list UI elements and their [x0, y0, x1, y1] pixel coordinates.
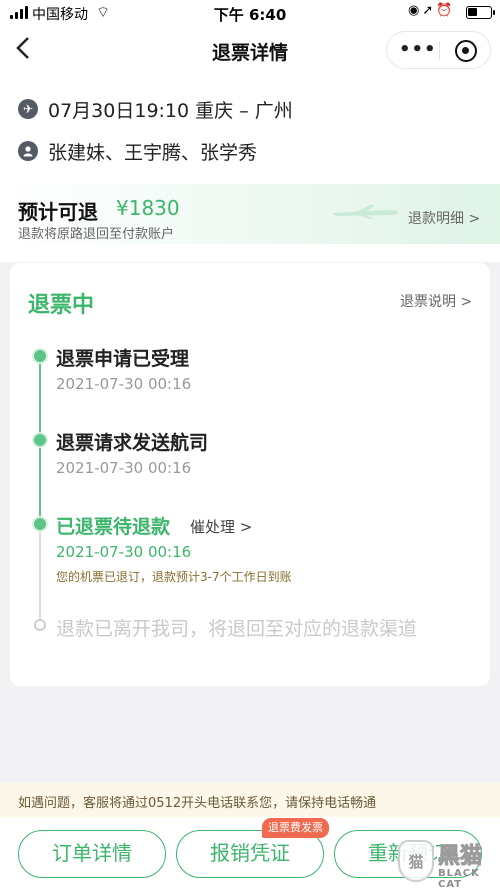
- refund-status: 退票中: [28, 293, 95, 318]
- passenger-names: 张建妹、王宇腾、张学秀: [48, 141, 258, 164]
- system-icons: ◉➚⏰: [408, 3, 456, 18]
- more-dots-icon[interactable]: •••: [399, 40, 437, 60]
- status-bar: 中国移动 ⌔ 下午 6:40 ◉➚⏰: [0, 0, 500, 26]
- timeline-dot-current: [34, 518, 46, 530]
- passengers-row: 张建妹、王宇腾、张学秀: [18, 138, 257, 164]
- contact-notice-text: 如遇问题，客服将通过0512开头电话联系您，请保持电话畅通: [18, 796, 377, 811]
- refund-explain-link[interactable]: 退票说明 >: [400, 291, 472, 311]
- battery-level: [468, 8, 477, 16]
- timeline-dot-pending: [34, 619, 46, 631]
- urge-processing-link[interactable]: 催处理 >: [190, 516, 252, 537]
- timeline-dot: [34, 434, 46, 446]
- timeline-line-pending: [39, 523, 41, 625]
- step-note: 您的机票已退订，退款预计3-7个工作日到账: [56, 570, 292, 584]
- watermark-text: 黑猫: [437, 844, 483, 870]
- estimate-label: 预计可退: [18, 200, 98, 224]
- flight-route-row: ✈ 07月30日19:10 重庆 – 广州: [18, 96, 293, 122]
- cat-shield-icon: 猫: [398, 840, 434, 882]
- step-time: 2021-07-30 00:16: [56, 459, 192, 477]
- order-detail-button[interactable]: 订单详情: [18, 830, 166, 878]
- refund-status-card: 退票中 退票说明 > 退票申请已受理 2021-07-30 00:16 退票请求…: [10, 263, 490, 686]
- step-time-current: 2021-07-30 00:16: [56, 543, 192, 561]
- step-title: 退票请求发送航司: [56, 432, 209, 454]
- refund-estimate-banner: 预计可退 ¥1830 退款将原路退回至付款账户 退款明细 >: [0, 184, 500, 244]
- target-close-icon[interactable]: [455, 40, 477, 62]
- black-cat-watermark: 猫 黑猫 BLACK CAT: [398, 838, 494, 889]
- timeline-dot: [34, 350, 46, 362]
- capsule-divider: [439, 42, 440, 60]
- nav-bar: 退票详情 •••: [0, 28, 500, 72]
- flight-route: 07月30日19:10 重庆 – 广州: [48, 99, 293, 122]
- mini-program-capsule: •••: [386, 31, 491, 69]
- refund-fee-invoice-badge: 退票费发票: [262, 818, 329, 838]
- step-title-current: 已退票待退款: [56, 516, 171, 538]
- battery-icon: [466, 6, 495, 19]
- contact-notice: 如遇问题，客服将通过0512开头电话联系您，请保持电话畅通: [0, 783, 500, 817]
- refund-route-note: 退款将原路退回至付款账户: [18, 227, 175, 242]
- step-title-pending: 退款已离开我司，将退回至对应的退款渠道: [56, 618, 418, 640]
- step-title: 退票申请已受理: [56, 348, 190, 370]
- person-icon: [18, 141, 38, 161]
- refund-detail-link[interactable]: 退款明细 >: [408, 208, 480, 228]
- step-time: 2021-07-30 00:16: [56, 375, 192, 393]
- refund-amount: ¥1830: [116, 196, 180, 220]
- airplane-icon: ✈: [18, 99, 38, 119]
- watermark-subtext: BLACK CAT: [438, 868, 480, 889]
- airplane-decoration-icon: [332, 205, 399, 219]
